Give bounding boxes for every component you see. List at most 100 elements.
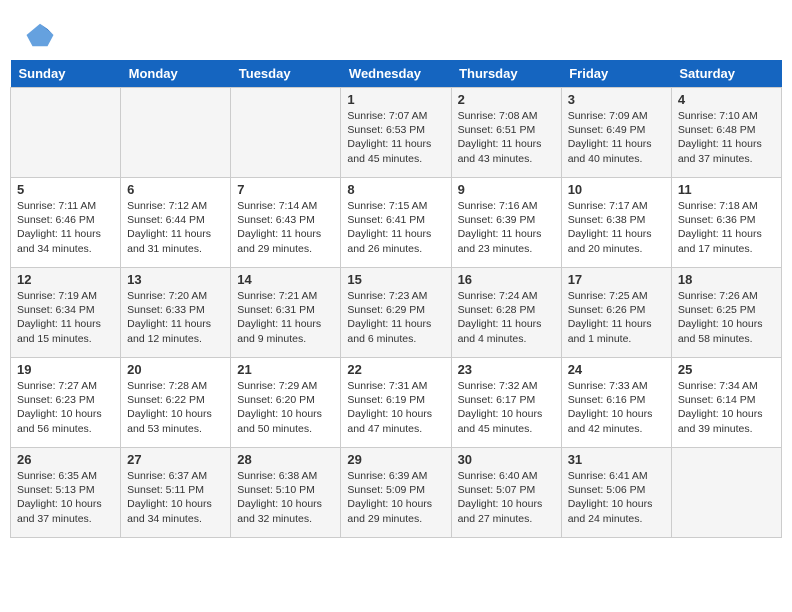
logo-icon xyxy=(25,20,55,50)
calendar-cell: 5Sunrise: 7:11 AM Sunset: 6:46 PM Daylig… xyxy=(11,178,121,268)
calendar-week-4: 19 Sunrise: 7:27 AM Sunset: 6:23 PM Dayli… xyxy=(11,358,782,448)
day-info: Sunrise: 6:37 AM Sunset: 5:11 PM Dayligh… xyxy=(127,469,224,526)
day-info: Sunrise: 7:12 AM Sunset: 6:44 PM Dayligh… xyxy=(127,199,224,256)
day-info: Sunrise: 7:23 AM Sunset: 6:29 PM Dayligh… xyxy=(347,289,444,346)
day-number: 12 xyxy=(17,272,114,287)
day-number: 29 xyxy=(347,452,444,467)
weekday-header-wednesday: Wednesday xyxy=(341,60,451,88)
day-number: 17 xyxy=(568,272,665,287)
day-number: 3 xyxy=(568,92,665,107)
day-info: Sunrise: 7:25 AM Sunset: 6:26 PM Dayligh… xyxy=(568,289,665,346)
day-number: 23 xyxy=(458,362,555,377)
calendar-cell: 2 Sunrise: 7:08 AM Sunset: 6:51 PM Daylig… xyxy=(451,88,561,178)
day-number: 19 xyxy=(17,362,114,377)
day-info: Sunrise: 7:31 AM Sunset: 6:19 PM Dayligh… xyxy=(347,379,444,436)
day-info: Sunrise: 6:39 AM Sunset: 5:09 PM Dayligh… xyxy=(347,469,444,526)
day-info: Sunrise: 7:27 AM Sunset: 6:23 PM Dayligh… xyxy=(17,379,114,436)
calendar-cell: 4 Sunrise: 7:10 AM Sunset: 6:48 PM Daylig… xyxy=(671,88,781,178)
day-info: Sunrise: 7:07 AM Sunset: 6:53 PM Dayligh… xyxy=(347,109,444,166)
day-number: 13 xyxy=(127,272,224,287)
day-number: 15 xyxy=(347,272,444,287)
calendar-cell: 18 Sunrise: 7:26 AM Sunset: 6:25 PM Dayli… xyxy=(671,268,781,358)
day-info: Sunrise: 7:17 AM Sunset: 6:38 PM Dayligh… xyxy=(568,199,665,256)
calendar-cell xyxy=(671,448,781,538)
day-number: 26 xyxy=(17,452,114,467)
logo xyxy=(25,20,57,50)
day-number: 22 xyxy=(347,362,444,377)
calendar-cell: 6 Sunrise: 7:12 AM Sunset: 6:44 PM Daylig… xyxy=(121,178,231,268)
day-number: 5 xyxy=(17,182,114,197)
day-info: Sunrise: 7:28 AM Sunset: 6:22 PM Dayligh… xyxy=(127,379,224,436)
calendar-cell: 1 Sunrise: 7:07 AM Sunset: 6:53 PM Daylig… xyxy=(341,88,451,178)
calendar-cell: 25Sunrise: 7:34 AM Sunset: 6:14 PM Dayli… xyxy=(671,358,781,448)
day-number: 24 xyxy=(568,362,665,377)
day-info: Sunrise: 7:19 AM Sunset: 6:34 PM Dayligh… xyxy=(17,289,114,346)
calendar-week-5: 26 Sunrise: 6:35 AM Sunset: 5:13 PM Dayli… xyxy=(11,448,782,538)
calendar-cell: 21 Sunrise: 7:29 AM Sunset: 6:20 PM Dayli… xyxy=(231,358,341,448)
day-number: 2 xyxy=(458,92,555,107)
weekday-header-thursday: Thursday xyxy=(451,60,561,88)
day-number: 11 xyxy=(678,182,775,197)
day-info: Sunrise: 7:33 AM Sunset: 6:16 PM Dayligh… xyxy=(568,379,665,436)
calendar-cell: 28Sunrise: 6:38 AM Sunset: 5:10 PM Dayli… xyxy=(231,448,341,538)
calendar-cell: 7Sunrise: 7:14 AM Sunset: 6:43 PM Daylig… xyxy=(231,178,341,268)
calendar-cell: 31 Sunrise: 6:41 AM Sunset: 5:06 PM Dayli… xyxy=(561,448,671,538)
day-info: Sunrise: 7:20 AM Sunset: 6:33 PM Dayligh… xyxy=(127,289,224,346)
day-number: 1 xyxy=(347,92,444,107)
calendar-cell: 19 Sunrise: 7:27 AM Sunset: 6:23 PM Dayli… xyxy=(11,358,121,448)
day-number: 6 xyxy=(127,182,224,197)
day-info: Sunrise: 6:41 AM Sunset: 5:06 PM Dayligh… xyxy=(568,469,665,526)
calendar-cell: 8 Sunrise: 7:15 AM Sunset: 6:41 PM Daylig… xyxy=(341,178,451,268)
day-info: Sunrise: 7:15 AM Sunset: 6:41 PM Dayligh… xyxy=(347,199,444,256)
calendar-week-1: 1 Sunrise: 7:07 AM Sunset: 6:53 PM Daylig… xyxy=(11,88,782,178)
day-number: 18 xyxy=(678,272,775,287)
day-number: 21 xyxy=(237,362,334,377)
calendar-cell: 20 Sunrise: 7:28 AM Sunset: 6:22 PM Dayli… xyxy=(121,358,231,448)
day-number: 4 xyxy=(678,92,775,107)
day-number: 16 xyxy=(458,272,555,287)
weekday-header-saturday: Saturday xyxy=(671,60,781,88)
day-number: 30 xyxy=(458,452,555,467)
day-info: Sunrise: 7:26 AM Sunset: 6:25 PM Dayligh… xyxy=(678,289,775,346)
day-info: Sunrise: 7:16 AM Sunset: 6:39 PM Dayligh… xyxy=(458,199,555,256)
day-info: Sunrise: 7:29 AM Sunset: 6:20 PM Dayligh… xyxy=(237,379,334,436)
day-info: Sunrise: 7:09 AM Sunset: 6:49 PM Dayligh… xyxy=(568,109,665,166)
calendar-cell xyxy=(121,88,231,178)
day-info: Sunrise: 7:32 AM Sunset: 6:17 PM Dayligh… xyxy=(458,379,555,436)
day-number: 7 xyxy=(237,182,334,197)
day-info: Sunrise: 7:10 AM Sunset: 6:48 PM Dayligh… xyxy=(678,109,775,166)
calendar-cell: 26 Sunrise: 6:35 AM Sunset: 5:13 PM Dayli… xyxy=(11,448,121,538)
calendar-header: SundayMondayTuesdayWednesdayThursdayFrid… xyxy=(11,60,782,88)
calendar-cell xyxy=(231,88,341,178)
day-number: 25 xyxy=(678,362,775,377)
calendar-cell: 30 Sunrise: 6:40 AM Sunset: 5:07 PM Dayli… xyxy=(451,448,561,538)
calendar-cell: 23 Sunrise: 7:32 AM Sunset: 6:17 PM Dayli… xyxy=(451,358,561,448)
calendar-cell: 16Sunrise: 7:24 AM Sunset: 6:28 PM Dayli… xyxy=(451,268,561,358)
calendar-cell: 29 Sunrise: 6:39 AM Sunset: 5:09 PM Dayli… xyxy=(341,448,451,538)
calendar-week-3: 12 Sunrise: 7:19 AM Sunset: 6:34 PM Dayli… xyxy=(11,268,782,358)
day-number: 20 xyxy=(127,362,224,377)
calendar-cell: 14 Sunrise: 7:21 AM Sunset: 6:31 PM Dayli… xyxy=(231,268,341,358)
day-info: Sunrise: 7:21 AM Sunset: 6:31 PM Dayligh… xyxy=(237,289,334,346)
day-info: Sunrise: 6:35 AM Sunset: 5:13 PM Dayligh… xyxy=(17,469,114,526)
calendar-body: 1 Sunrise: 7:07 AM Sunset: 6:53 PM Daylig… xyxy=(11,88,782,538)
day-number: 9 xyxy=(458,182,555,197)
weekday-header-friday: Friday xyxy=(561,60,671,88)
day-number: 8 xyxy=(347,182,444,197)
weekday-row: SundayMondayTuesdayWednesdayThursdayFrid… xyxy=(11,60,782,88)
weekday-header-sunday: Sunday xyxy=(11,60,121,88)
day-info: Sunrise: 7:08 AM Sunset: 6:51 PM Dayligh… xyxy=(458,109,555,166)
calendar-cell: 22 Sunrise: 7:31 AM Sunset: 6:19 PM Dayli… xyxy=(341,358,451,448)
day-number: 10 xyxy=(568,182,665,197)
calendar-cell: 10 Sunrise: 7:17 AM Sunset: 6:38 PM Dayli… xyxy=(561,178,671,268)
weekday-header-monday: Monday xyxy=(121,60,231,88)
calendar-cell: 17 Sunrise: 7:25 AM Sunset: 6:26 PM Dayli… xyxy=(561,268,671,358)
calendar-cell xyxy=(11,88,121,178)
calendar-cell: 9 Sunrise: 7:16 AM Sunset: 6:39 PM Daylig… xyxy=(451,178,561,268)
calendar-cell: 3 Sunrise: 7:09 AM Sunset: 6:49 PM Daylig… xyxy=(561,88,671,178)
calendar-cell: 15 Sunrise: 7:23 AM Sunset: 6:29 PM Dayli… xyxy=(341,268,451,358)
day-number: 31 xyxy=(568,452,665,467)
day-info: Sunrise: 6:38 AM Sunset: 5:10 PM Dayligh… xyxy=(237,469,334,526)
day-info: Sunrise: 6:40 AM Sunset: 5:07 PM Dayligh… xyxy=(458,469,555,526)
day-number: 14 xyxy=(237,272,334,287)
